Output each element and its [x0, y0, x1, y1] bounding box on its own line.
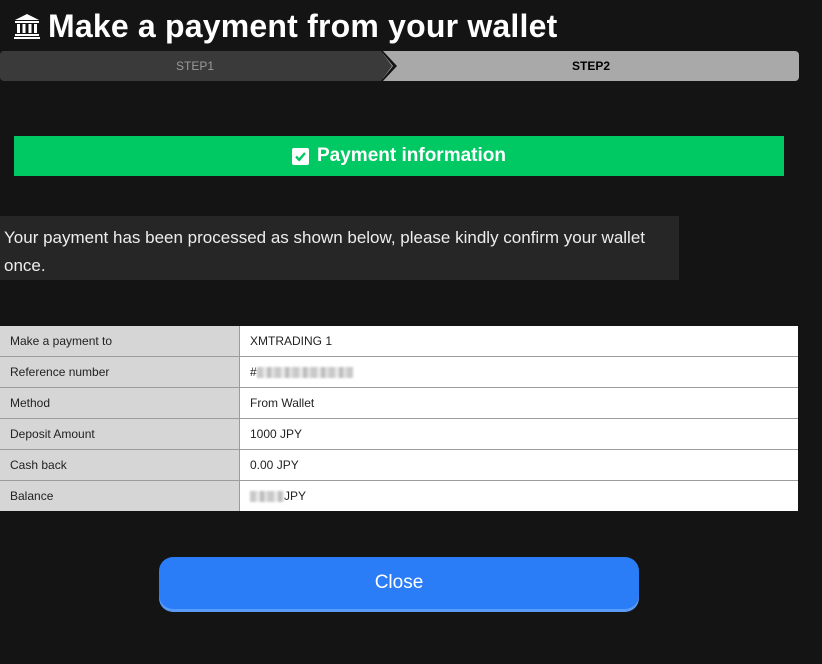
- row-value: 0.00 JPY: [239, 449, 798, 481]
- close-button[interactable]: Close: [159, 557, 639, 609]
- step1-label: STEP1: [175, 59, 214, 73]
- confirmation-message: Your payment has been processed as shown…: [0, 216, 679, 280]
- row-value: 1000 JPY: [239, 418, 798, 450]
- step-arrow-icon: [381, 51, 397, 81]
- balance-currency: JPY: [284, 489, 307, 503]
- banner-label: Payment information: [317, 145, 506, 166]
- row-label: Method: [0, 387, 240, 419]
- row-value-balance: JPY: [239, 480, 798, 511]
- row-label: Deposit Amount: [0, 418, 240, 450]
- redacted-reference: [256, 367, 353, 379]
- row-label: Reference number: [0, 356, 240, 388]
- step1: STEP1: [0, 51, 390, 81]
- row-value-reference: #: [239, 356, 798, 388]
- table-row: Balance JPY: [0, 480, 798, 511]
- row-value: XMTRADING 1: [239, 326, 798, 357]
- table-row: Method From Wallet: [0, 387, 798, 419]
- table-row: Cash back 0.00 JPY: [0, 449, 798, 481]
- checkbox-checked-icon: [292, 147, 309, 165]
- redacted-balance: [250, 491, 284, 503]
- step2: STEP2: [383, 51, 799, 81]
- table-row: Deposit Amount 1000 JPY: [0, 418, 798, 450]
- row-value: From Wallet: [239, 387, 798, 419]
- row-label: Balance: [0, 480, 240, 511]
- table-row: Reference number #: [0, 356, 798, 388]
- reference-prefix: #: [250, 365, 257, 379]
- row-label: Make a payment to: [0, 326, 240, 357]
- page-header: Make a payment from your wallet: [14, 4, 557, 48]
- payment-details-table: Make a payment to XMTRADING 1 Reference …: [0, 326, 798, 511]
- step2-label: STEP2: [571, 59, 610, 73]
- row-label: Cash back: [0, 449, 240, 481]
- bank-icon: [14, 13, 40, 39]
- table-row: Make a payment to XMTRADING 1: [0, 326, 798, 357]
- payment-page: Make a payment from your wallet STEP1 ST…: [0, 0, 822, 664]
- step-indicator: STEP1 STEP2: [0, 51, 799, 81]
- payment-info-banner: Payment information: [14, 136, 784, 176]
- page-title: Make a payment from your wallet: [48, 7, 558, 44]
